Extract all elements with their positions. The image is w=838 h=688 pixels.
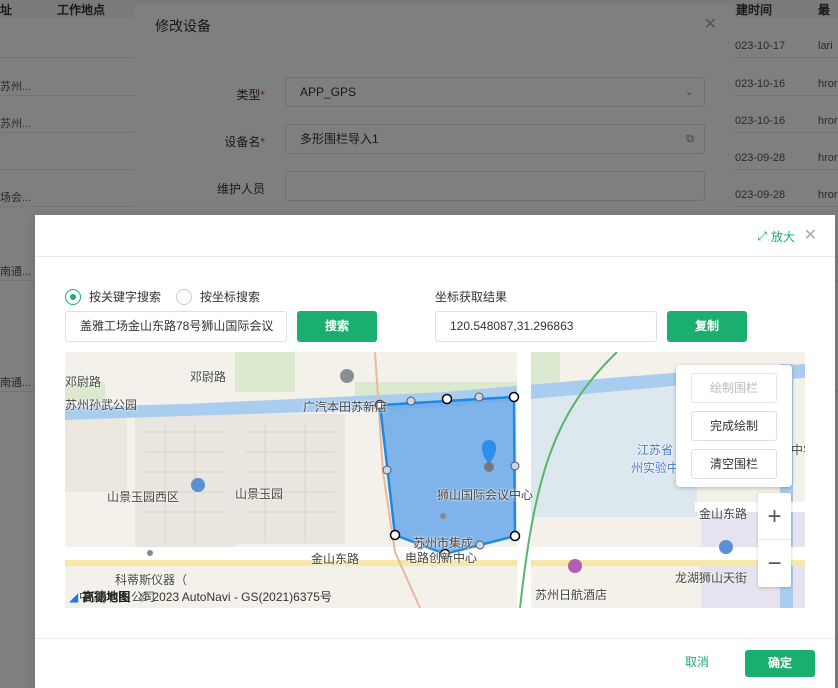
map-place-label: 科蒂斯仪器（ xyxy=(115,573,188,587)
map-place-label: 中学 xyxy=(791,443,805,457)
copy-button[interactable]: 复制 xyxy=(667,311,747,342)
dialog-footer: 取消 确定 xyxy=(35,638,835,688)
zoom-in-button[interactable]: + xyxy=(758,493,791,540)
map-place-label: 苏州日航酒店 xyxy=(535,588,608,602)
map-place-label: 江苏省 xyxy=(637,443,674,457)
map-place-label: 州实验中 xyxy=(631,461,680,475)
keyword-search-input[interactable]: 盖雅工场金山东路78号狮山国际会议 xyxy=(65,311,287,342)
map-place-label: 邓尉路 xyxy=(190,370,227,384)
amap-logo-icon: ◢ xyxy=(69,589,79,604)
map-place-label: 苏州孙武公园 xyxy=(65,398,138,412)
zoom-out-button[interactable]: − xyxy=(758,540,791,587)
map-place-label: 电路创新中心 xyxy=(405,551,478,565)
draw-fence-button[interactable]: 绘制围栏 xyxy=(691,373,777,403)
map-view[interactable]: 邓尉路 邓尉路苏州孙武公园 广汽本田苏新店江苏省 中学州实验中山景玉园西区 山景玉园 狮山… xyxy=(65,352,805,608)
close-icon[interactable]: ✕ xyxy=(804,225,817,245)
map-place-label: 金山东路 xyxy=(311,552,360,566)
edit-device-dialog: 修改设备 ✕ 类型* APP_GPS ⌄ 设备名* 多形围栏导入1 ⧉ 维护人员 xyxy=(135,4,735,224)
clear-fence-button[interactable]: 清空围栏 xyxy=(691,449,777,479)
enlarge-button[interactable]: ⤢ 放大 xyxy=(757,228,795,245)
map-copyright: © 2023 AutoNavi - GS(2021)6375号 xyxy=(140,590,332,604)
map-place-label: 广汽本田苏新店 xyxy=(303,400,388,414)
fence-tool-panel: 绘制围栏 完成绘制 清空围栏 xyxy=(676,365,792,487)
map-place-label: 山景玉园 xyxy=(235,487,284,501)
radio-keyword-search[interactable]: 按关键字搜索 xyxy=(65,288,161,305)
map-place-label: 金山东路 xyxy=(699,507,748,521)
radio-checked-icon xyxy=(65,288,81,305)
map-attribution: ◢ 高德地图 © 2023 AutoNavi - GS(2021)6375号 xyxy=(69,588,332,605)
expand-icon: ⤢ xyxy=(757,229,767,243)
coords-result-input[interactable]: 120.548087,31.296863 xyxy=(435,311,657,342)
map-place-label: 狮山国际会议中心 xyxy=(437,488,534,502)
map-place-label: 龙湖狮山天街 xyxy=(675,571,748,585)
confirm-button[interactable]: 确定 xyxy=(745,650,815,677)
search-button[interactable]: 搜索 xyxy=(297,311,377,342)
coords-result-label: 坐标获取结果 xyxy=(435,290,508,304)
fence-map-dialog: ⤢ 放大 ✕ 按关键字搜索 按坐标搜索 坐标获取结果 盖雅工场金山东路78号狮山… xyxy=(35,215,835,688)
finish-drawing-button[interactable]: 完成绘制 xyxy=(691,411,777,441)
radio-unchecked-icon xyxy=(176,288,192,305)
radio-coordinate-search[interactable]: 按坐标搜索 xyxy=(176,288,260,305)
map-place-label: 邓尉路 xyxy=(65,375,102,389)
map-provider: 高德地图 xyxy=(82,590,131,604)
cancel-button[interactable]: 取消 xyxy=(685,653,709,670)
zoom-control: + − xyxy=(758,493,791,587)
dialog-header: ⤢ 放大 ✕ xyxy=(35,215,835,257)
map-place-label: 山景玉园西区 xyxy=(107,490,180,504)
